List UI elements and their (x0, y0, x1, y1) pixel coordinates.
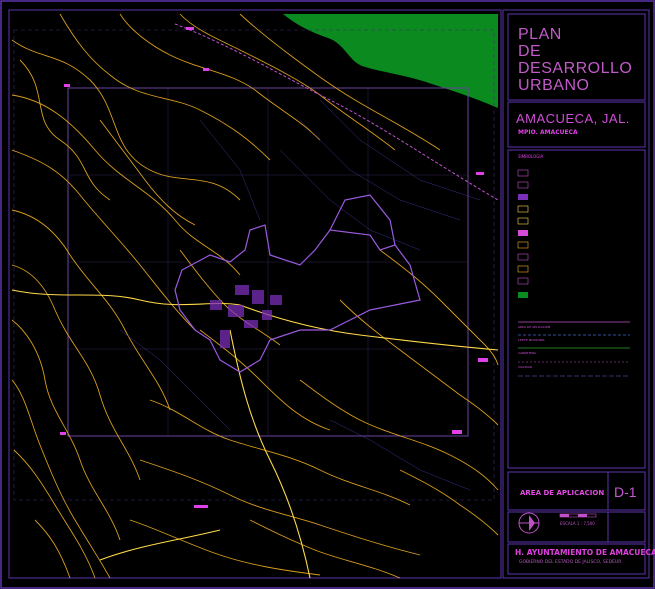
plan-title-line: PLAN (518, 26, 562, 43)
plan-title-line: DE (518, 43, 542, 60)
legend-line-label: CARRETERA (518, 351, 536, 355)
scale-bar (559, 513, 597, 518)
road-network (11, 289, 499, 579)
legend-swatches (517, 169, 630, 377)
north-arrow-icon (518, 512, 540, 534)
lake-area (283, 14, 498, 108)
municipality-name: MPIO. AMACUECA (518, 129, 578, 136)
authority-name: H. AYUNTAMIENTO DE AMACUECA (515, 548, 655, 557)
town-name: AMACUECA, JAL. (516, 111, 630, 126)
government-name: GOBIERNO DEL ESTADO DE JALISCO, SEDEUR (519, 560, 622, 565)
area-label: AREA DE APLICACION (520, 489, 605, 497)
plan-title-line: URBANO (518, 77, 590, 94)
legend-line-label: LIMITE MUNICIPAL (518, 338, 545, 342)
inner-frame-secondary (13, 29, 495, 501)
legend-heading: SIMBOLOGIA (518, 154, 544, 159)
urban-area (174, 194, 421, 373)
plan-title: PLAN DE DESARROLLO URBANO (518, 26, 632, 94)
plan-title-line: DESARROLLO (518, 60, 633, 77)
scale-label: ESCALA 1 : 7,500 (560, 521, 595, 526)
legend-line-label: VIALIDAD (518, 365, 533, 369)
legend-line-label: AREA DE APLICACION (518, 325, 551, 329)
parcel-lines (119, 99, 481, 491)
sheet-code: D-1 (614, 484, 637, 500)
